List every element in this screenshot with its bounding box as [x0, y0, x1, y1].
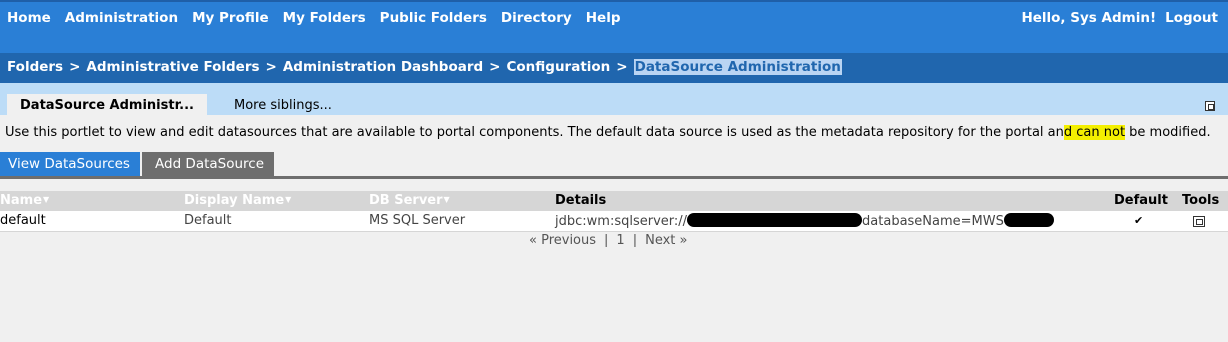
breadcrumb: Folders > Administrative Folders > Administr…	[7, 59, 842, 75]
column-db-server-header[interactable]: DB Server▼	[369, 193, 450, 208]
main-menu: Home Administration My Profile My Folder…	[7, 10, 620, 26]
tab-datasource-administration[interactable]: DataSource Administr...	[7, 94, 207, 115]
datasource-tabs: View DataSources Add DataSource	[0, 152, 274, 177]
breadcrumb-current: DataSource Administration	[633, 59, 842, 75]
nav-my-profile[interactable]: My Profile	[192, 10, 269, 26]
next-page-link[interactable]: Next »	[645, 233, 687, 248]
cell-db-server: MS SQL Server	[369, 213, 466, 228]
sort-down-icon: ▼	[285, 195, 292, 204]
top-navigation-bar: Home Administration My Profile My Folder…	[0, 0, 1228, 53]
nav-my-folders[interactable]: My Folders	[283, 10, 366, 26]
nav-public-folders[interactable]: Public Folders	[380, 10, 487, 26]
table-row: default Default MS SQL Server jdbc:wm:sq…	[0, 211, 1228, 232]
highlighted-text: d can not	[1063, 125, 1126, 140]
column-display-name-header[interactable]: Display Name▼	[184, 193, 291, 208]
nav-administration[interactable]: Administration	[65, 10, 178, 26]
portlet-tab-strip: DataSource Administr... More siblings...	[0, 83, 1228, 115]
description-text: Use this portlet to view and edit dataso…	[5, 125, 1064, 140]
redaction-mark	[687, 213, 863, 227]
nav-home[interactable]: Home	[7, 10, 51, 26]
portlet-menu-icon[interactable]	[1205, 101, 1215, 111]
redaction-mark	[1003, 213, 1054, 227]
nav-directory[interactable]: Directory	[501, 10, 572, 26]
previous-page-link[interactable]: « Previous	[529, 233, 596, 248]
breadcrumb-separator: >	[69, 59, 81, 75]
empty-content-area	[0, 247, 1228, 342]
tab-add-datasource[interactable]: Add DataSource	[142, 152, 274, 176]
pager-divider: |	[632, 233, 638, 248]
greeting-text: Hello, Sys Admin!	[1021, 10, 1157, 26]
tools-menu-icon[interactable]	[1193, 216, 1205, 227]
breadcrumb-separator: >	[265, 59, 277, 75]
sort-down-icon: ▼	[443, 195, 450, 204]
column-details-header: Details	[555, 193, 607, 208]
breadcrumb-separator: >	[489, 59, 501, 75]
tab-underline	[0, 176, 1228, 179]
cell-name[interactable]: default	[0, 213, 46, 228]
pagination: « Previous | 1 | Next »	[529, 233, 687, 248]
column-tools-header: Tools	[1182, 193, 1220, 208]
breadcrumb-administration-dashboard[interactable]: Administration Dashboard	[283, 59, 483, 75]
breadcrumb-folders[interactable]: Folders	[7, 59, 63, 75]
page-number-link[interactable]: 1	[616, 233, 624, 248]
sort-down-icon: ▼	[43, 195, 50, 204]
breadcrumb-configuration[interactable]: Configuration	[506, 59, 610, 75]
column-name-header[interactable]: Name▼	[0, 193, 49, 208]
tab-more-siblings[interactable]: More siblings...	[234, 98, 332, 113]
description-text-end: be modified.	[1125, 125, 1211, 140]
column-default-header: Default	[1114, 193, 1168, 208]
tab-view-datasources[interactable]: View DataSources	[0, 152, 140, 176]
cell-details: jdbc:wm:sqlserver://databaseName=MWS	[555, 213, 1054, 229]
breadcrumb-administrative-folders[interactable]: Administrative Folders	[86, 59, 259, 75]
pager-divider: |	[604, 233, 609, 248]
portlet-description: Use this portlet to view and edit dataso…	[5, 125, 1211, 140]
user-area: Hello, Sys Admin! Logout	[1021, 10, 1218, 26]
breadcrumb-separator: >	[616, 59, 628, 75]
nav-help[interactable]: Help	[586, 10, 621, 26]
logout-link[interactable]: Logout	[1165, 10, 1218, 26]
default-check-icon: ✔	[1134, 214, 1144, 227]
breadcrumb-bar: Folders > Administrative Folders > Administr…	[0, 53, 1228, 83]
cell-display-name: Default	[184, 213, 232, 228]
table-header: Name▼ Display Name▼ DB Server▼ Details D…	[0, 191, 1228, 211]
